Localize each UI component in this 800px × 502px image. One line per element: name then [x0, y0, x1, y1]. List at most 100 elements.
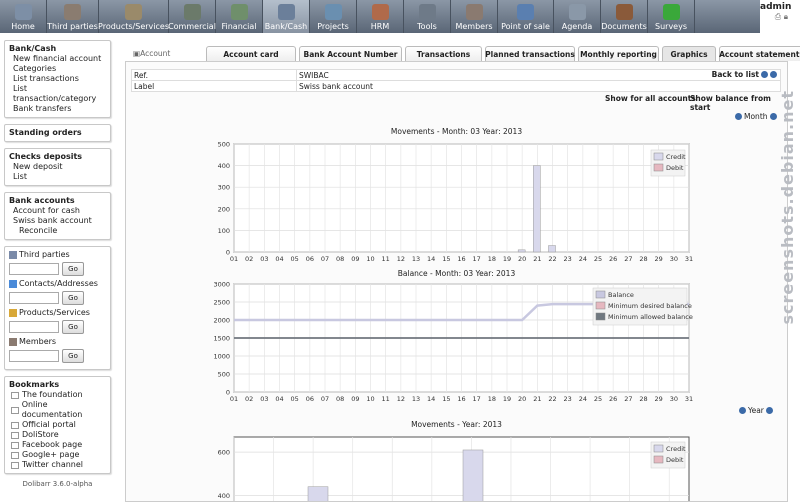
x-tick-label: 28: [639, 395, 647, 403]
menu-new-deposit[interactable]: New deposit: [9, 162, 106, 172]
tab-account[interactable]: ▣ Account: [133, 46, 203, 61]
year-label: Year: [748, 406, 764, 415]
month-label: Month: [744, 112, 768, 121]
member-icon: [9, 338, 17, 346]
print-icon[interactable]: ⎙: [775, 12, 781, 21]
forward-arrow-icon[interactable]: [770, 71, 777, 78]
account-swiss-bank-account[interactable]: Swiss bank account: [9, 216, 106, 226]
bookmark-facebook-page[interactable]: Facebook page: [9, 440, 106, 450]
nav-label: Projects: [317, 22, 349, 31]
search-label-text: Contacts/Addresses: [19, 279, 98, 288]
y-tick-label: 500: [218, 141, 230, 149]
nav-projects[interactable]: Projects: [310, 0, 357, 33]
projects-icon: [324, 4, 342, 20]
bank-cash-title[interactable]: Bank/Cash: [9, 44, 106, 53]
next-year-icon[interactable]: [765, 407, 773, 414]
nav-home[interactable]: Home: [0, 0, 47, 33]
x-tick-label: 02: [245, 255, 253, 263]
menu-categories[interactable]: Categories: [9, 64, 106, 74]
reconcile-link[interactable]: Reconcile: [9, 226, 106, 236]
check-icon: [662, 4, 680, 20]
menu-bank-transfers[interactable]: Bank transfers: [9, 104, 106, 114]
tab-transactions[interactable]: Transactions: [405, 46, 482, 61]
go-button[interactable]: Go: [62, 320, 84, 334]
go-button[interactable]: Go: [62, 291, 84, 305]
user-name[interactable]: admin: [760, 0, 800, 12]
nav-members[interactable]: Members: [451, 0, 498, 33]
prev-month-icon[interactable]: [735, 113, 742, 120]
nav-label: Point of sale: [501, 22, 550, 31]
x-tick-label: 13: [412, 255, 420, 263]
back-to-list[interactable]: Back to list: [712, 70, 777, 79]
tab-account-card[interactable]: Account card: [206, 46, 296, 61]
x-tick-label: 26: [609, 395, 617, 403]
nav-agenda[interactable]: Agenda: [554, 0, 601, 33]
nav-hrm[interactable]: HRM: [357, 0, 404, 33]
money-icon: [230, 4, 248, 20]
legend-swatch-debit: [653, 163, 664, 172]
bank-accounts-title[interactable]: Bank accounts: [9, 196, 106, 205]
nav-financial[interactable]: Financial: [216, 0, 263, 33]
bookmark-twitter-channel[interactable]: Twitter channel: [9, 460, 106, 470]
bookmark-the-foundation[interactable]: The foundation: [9, 390, 106, 400]
bookmark-official-portal[interactable]: Official portal: [9, 420, 106, 430]
x-tick-label: 31: [685, 255, 693, 263]
x-tick-label: 24: [579, 395, 587, 403]
go-button[interactable]: Go: [62, 349, 84, 363]
month-nav: Month: [733, 112, 779, 121]
y-tick-label: 3000: [213, 281, 230, 289]
x-tick-label: 25: [594, 255, 602, 263]
menu-list-transactions[interactable]: List transactions: [9, 74, 106, 84]
nav-commercial[interactable]: Commercial: [168, 0, 216, 33]
nav-bank-cash[interactable]: Bank/Cash: [263, 0, 310, 33]
bookmark-dolistore[interactable]: DoliStore: [9, 430, 106, 440]
tab-account-statements[interactable]: Account statements: [719, 46, 800, 61]
search-input-third-parties[interactable]: [9, 263, 59, 275]
show-balance-link[interactable]: Show balance from start: [690, 94, 787, 112]
nav-products-services[interactable]: Products/Services: [98, 0, 169, 33]
nav-tools[interactable]: Tools: [404, 0, 451, 33]
show-all-accounts-link[interactable]: Show for all accounts: [605, 94, 696, 103]
nav-third-parties[interactable]: Third parties: [47, 0, 99, 33]
standing-orders-title[interactable]: Standing orders: [9, 128, 106, 137]
search-input-contacts-addresses[interactable]: [9, 292, 59, 304]
x-tick-label: 04: [275, 255, 283, 263]
search-input-members[interactable]: [9, 350, 59, 362]
bar-credit-year: [307, 486, 329, 501]
tab-bank-account-number[interactable]: Bank Account Number: [299, 46, 402, 61]
tab-graphics[interactable]: Graphics: [662, 46, 716, 61]
next-month-icon[interactable]: [769, 113, 777, 120]
x-tick-label: 25: [594, 395, 602, 403]
tab-planned-transactions[interactable]: Planned transactions: [485, 46, 575, 61]
nav-label: Financial: [221, 22, 257, 31]
checks-deposits-title[interactable]: Checks deposits: [9, 152, 106, 161]
menu-list[interactable]: List: [9, 172, 106, 182]
x-tick-label: 26: [609, 255, 617, 263]
back-to-list-label[interactable]: Back to list: [712, 70, 759, 79]
users-icon: [64, 4, 81, 20]
search-input-products-services[interactable]: [9, 321, 59, 333]
nav-point-of-sale[interactable]: Point of sale: [498, 0, 554, 33]
bookmark-google-page[interactable]: Google+ page: [9, 450, 106, 460]
y-tick-label: 400: [218, 162, 230, 170]
x-tick-label: 24: [579, 255, 587, 263]
menu-list-transaction-category[interactable]: List transaction/category: [9, 84, 106, 104]
search-label-text: Products/Services: [19, 308, 90, 317]
search-row: Go: [9, 291, 106, 305]
x-tick-label: 11: [382, 395, 390, 403]
tab-monthly-reporting[interactable]: Monthly reporting: [578, 46, 659, 61]
nav-documents[interactable]: Documents: [601, 0, 648, 33]
menu-new-financial-account[interactable]: New financial account: [9, 54, 106, 64]
x-tick-label: 18: [488, 255, 496, 263]
back-arrow-icon[interactable]: [761, 71, 768, 78]
hrm-icon: [371, 4, 389, 20]
lock-icon[interactable]: 🔒︎: [784, 12, 788, 21]
account-account-for-cash[interactable]: Account for cash: [9, 206, 106, 216]
go-button[interactable]: Go: [62, 262, 84, 276]
y-tick-label: 1000: [213, 353, 230, 361]
nav-surveys[interactable]: Surveys: [648, 0, 695, 33]
x-tick-label: 18: [488, 395, 496, 403]
bookmark-online-documentation[interactable]: Online documentation: [9, 400, 106, 420]
top-navigation: Home Third parties Products/Services Commer…: [0, 0, 760, 33]
prev-year-icon[interactable]: [739, 407, 746, 414]
